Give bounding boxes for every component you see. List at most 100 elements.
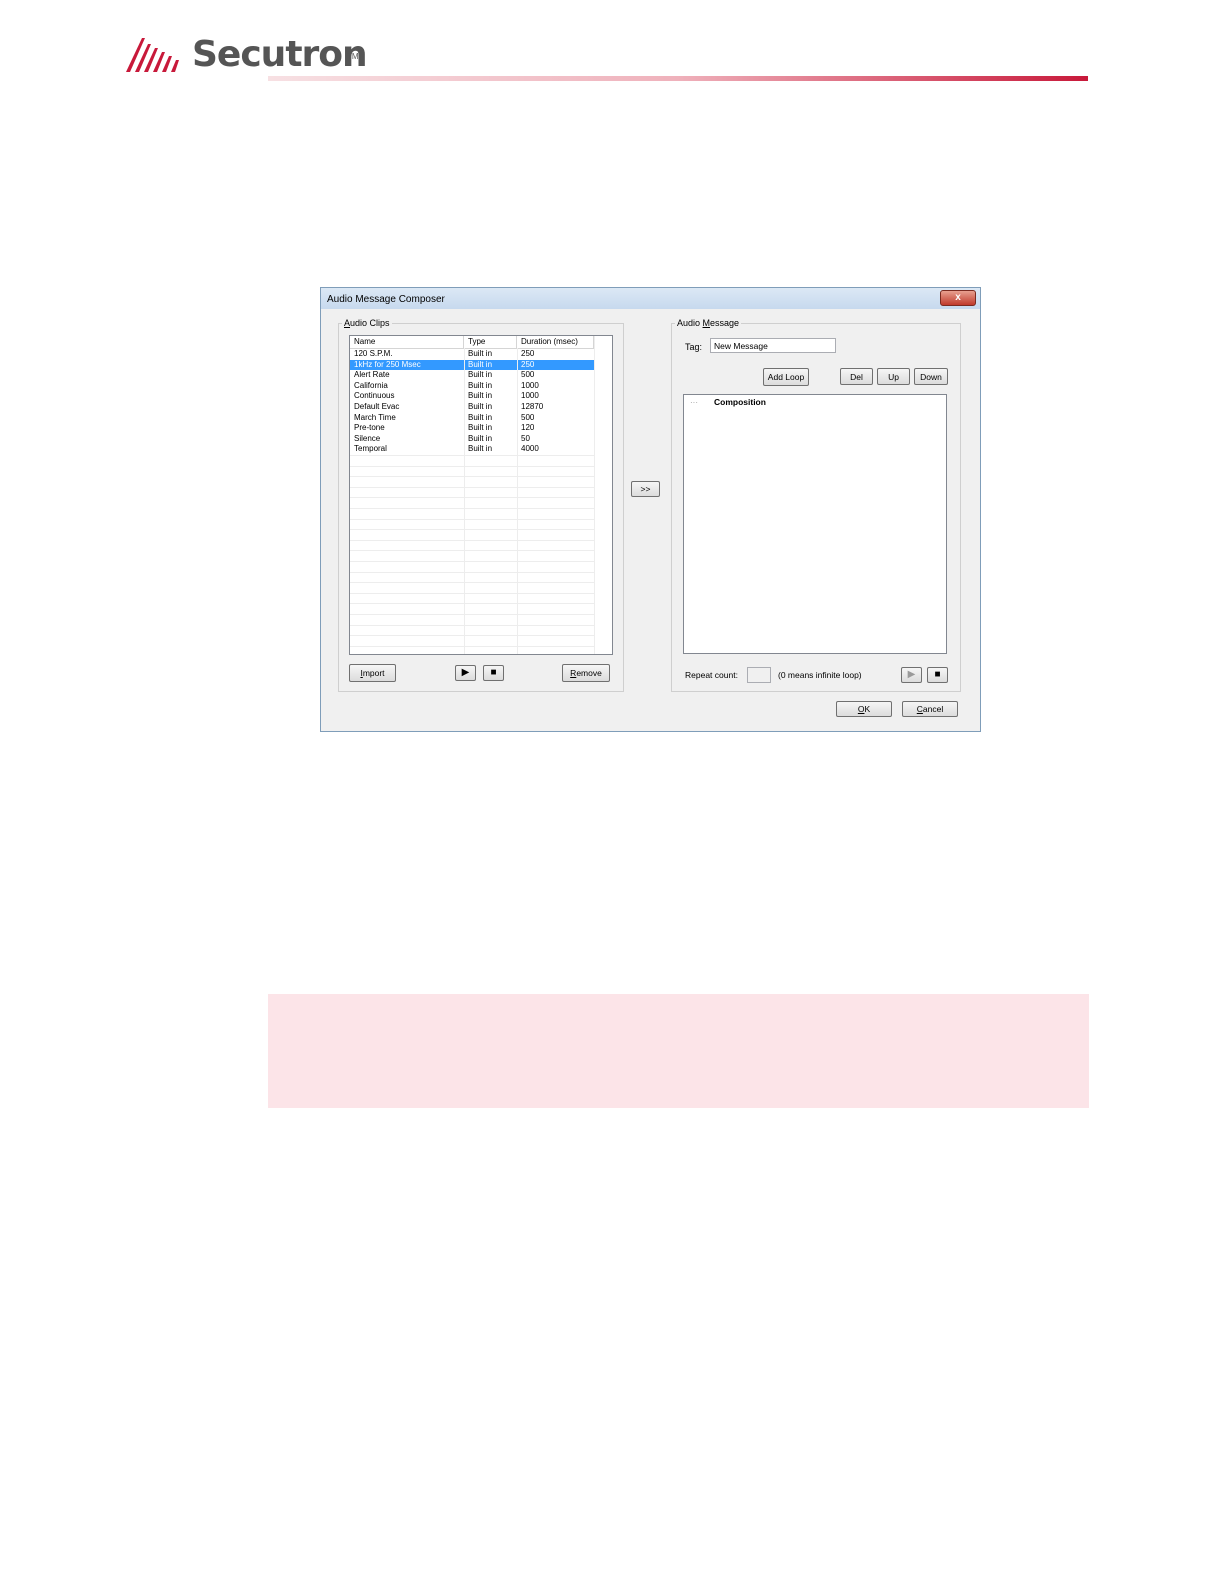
list-header: Name Type Duration (msec) bbox=[350, 336, 594, 349]
list-cell-type: Built in bbox=[468, 359, 493, 369]
grid-line bbox=[350, 519, 594, 520]
list-cell-name: California bbox=[354, 380, 388, 390]
list-cell-duration: 500 bbox=[521, 370, 535, 380]
list-cell-type: Built in bbox=[468, 444, 493, 454]
add-loop-button[interactable]: Add Loop bbox=[763, 368, 809, 386]
grid-line bbox=[350, 646, 594, 647]
grid-line bbox=[517, 348, 518, 654]
note-box bbox=[268, 994, 1089, 1108]
clip-play-button[interactable]: ▶ bbox=[455, 665, 476, 681]
dialog-title: Audio Message Composer bbox=[327, 294, 445, 305]
column-header-name[interactable]: Name bbox=[350, 336, 464, 348]
list-cell-type: Built in bbox=[468, 433, 493, 443]
grid-line bbox=[350, 625, 594, 626]
audio-clips-list[interactable]: Name Type Duration (msec) 120 S.P.M. Buil… bbox=[349, 335, 613, 655]
brand-name: Secutron bbox=[192, 34, 368, 75]
list-cell-name: Alert Rate bbox=[354, 370, 390, 380]
list-cell-name: Silence bbox=[354, 433, 381, 443]
list-item[interactable]: California Built in 1000 bbox=[350, 381, 594, 392]
list-cell-name: Temporal bbox=[354, 444, 387, 454]
grid-line bbox=[350, 529, 594, 530]
remove-button[interactable]: Remove bbox=[562, 664, 610, 682]
grid-line bbox=[350, 497, 594, 498]
list-cell-duration: 120 bbox=[521, 423, 535, 433]
grid-line bbox=[350, 540, 594, 541]
list-scrollbar[interactable] bbox=[594, 336, 612, 654]
list-cell-duration: 500 bbox=[521, 412, 535, 422]
list-item[interactable]: 120 S.P.M. Built in 250 bbox=[350, 349, 594, 360]
list-cell-duration: 250 bbox=[521, 359, 535, 369]
clip-stop-button[interactable]: ■ bbox=[483, 665, 504, 681]
list-cell-type: Built in bbox=[468, 370, 493, 380]
list-item[interactable]: Alert Rate Built in 500 bbox=[350, 370, 594, 381]
column-header-duration[interactable]: Duration (msec) bbox=[517, 336, 594, 348]
list-item[interactable]: Pre-tone Built in 120 bbox=[350, 423, 594, 434]
down-button[interactable]: Down bbox=[914, 368, 948, 385]
list-cell-name: Default Evac bbox=[354, 402, 400, 411]
list-cell-type: Built in bbox=[468, 380, 493, 390]
list-cell-duration: 250 bbox=[521, 349, 535, 358]
play-icon: ▶ bbox=[461, 667, 470, 678]
list-item[interactable]: Silence Built in 50 bbox=[350, 434, 594, 445]
repeat-count-hint: (0 means infinite loop) bbox=[778, 670, 862, 680]
up-button[interactable]: Up bbox=[877, 368, 910, 385]
list-item[interactable]: Default Evac Built in 12870 bbox=[350, 402, 594, 413]
repeat-count-label: Repeat count: bbox=[685, 670, 738, 680]
column-header-type[interactable]: Type bbox=[464, 336, 517, 348]
grid-line bbox=[350, 614, 594, 615]
grid-line bbox=[350, 508, 594, 509]
list-cell-type: Built in bbox=[468, 349, 493, 358]
list-item[interactable]: 1kHz for 250 Msec Built in 250 bbox=[350, 359, 594, 371]
list-cell-type: Built in bbox=[468, 391, 493, 401]
cancel-button[interactable]: Cancel bbox=[902, 701, 958, 717]
play-icon: ▶ bbox=[907, 669, 916, 680]
grid-line bbox=[350, 582, 594, 583]
grid-line bbox=[350, 476, 594, 477]
grid-line bbox=[350, 635, 594, 636]
list-item[interactable]: March Time Built in 500 bbox=[350, 413, 594, 424]
stop-icon: ■ bbox=[490, 667, 497, 678]
title-bar: Audio Message Composer x bbox=[321, 288, 980, 309]
list-cell-type: Built in bbox=[468, 412, 493, 422]
ok-button[interactable]: OK bbox=[836, 701, 892, 717]
audio-message-composer-dialog: Audio Message Composer x Audio Clips Nam… bbox=[320, 287, 981, 732]
audio-clips-legend: Audio Clips bbox=[344, 318, 390, 328]
stop-icon: ■ bbox=[934, 669, 941, 680]
list-cell-duration: 12870 bbox=[521, 402, 544, 411]
list-item[interactable]: Continuous Built in 1000 bbox=[350, 391, 594, 402]
list-cell-type: Built in bbox=[468, 402, 493, 411]
grid-line bbox=[350, 550, 594, 551]
list-cell-name: March Time bbox=[354, 412, 396, 422]
message-stop-button[interactable]: ■ bbox=[927, 667, 948, 683]
grid-line bbox=[350, 487, 594, 488]
list-cell-type: Built in bbox=[468, 423, 493, 433]
grid-line bbox=[350, 603, 594, 604]
grid-line bbox=[464, 348, 465, 654]
tree-root-composition[interactable]: Composition bbox=[714, 397, 766, 407]
import-button[interactable]: Import bbox=[349, 664, 396, 682]
grid-line bbox=[350, 593, 594, 594]
add-to-message-button[interactable]: >> bbox=[631, 481, 660, 497]
list-cell-name: Pre-tone bbox=[354, 423, 385, 433]
del-button[interactable]: Del bbox=[840, 368, 873, 385]
message-play-button[interactable]: ▶ bbox=[901, 667, 922, 683]
grid-line bbox=[350, 466, 594, 467]
repeat-count-input[interactable] bbox=[747, 667, 771, 683]
list-cell-name: 120 S.P.M. bbox=[354, 349, 393, 358]
list-cell-duration: 1000 bbox=[521, 391, 539, 401]
list-cell-duration: 50 bbox=[521, 433, 530, 443]
close-button[interactable]: x bbox=[940, 290, 976, 306]
tree-connector: ··· bbox=[690, 398, 698, 407]
list-cell-name: Continuous bbox=[354, 391, 395, 401]
list-cell-duration: 1000 bbox=[521, 380, 539, 390]
header-rule bbox=[268, 76, 1088, 81]
logo-stripes-icon bbox=[126, 38, 179, 72]
tag-label: Tag: bbox=[685, 342, 703, 352]
list-cell-name: 1kHz for 250 Msec bbox=[354, 359, 421, 369]
composition-tree[interactable]: ··· Composition bbox=[683, 394, 947, 654]
close-icon: x bbox=[955, 292, 961, 303]
list-cell-duration: 4000 bbox=[521, 444, 539, 454]
tag-input[interactable] bbox=[710, 338, 836, 353]
list-item[interactable]: Temporal Built in 4000 bbox=[350, 444, 594, 455]
grid-line bbox=[350, 572, 594, 573]
